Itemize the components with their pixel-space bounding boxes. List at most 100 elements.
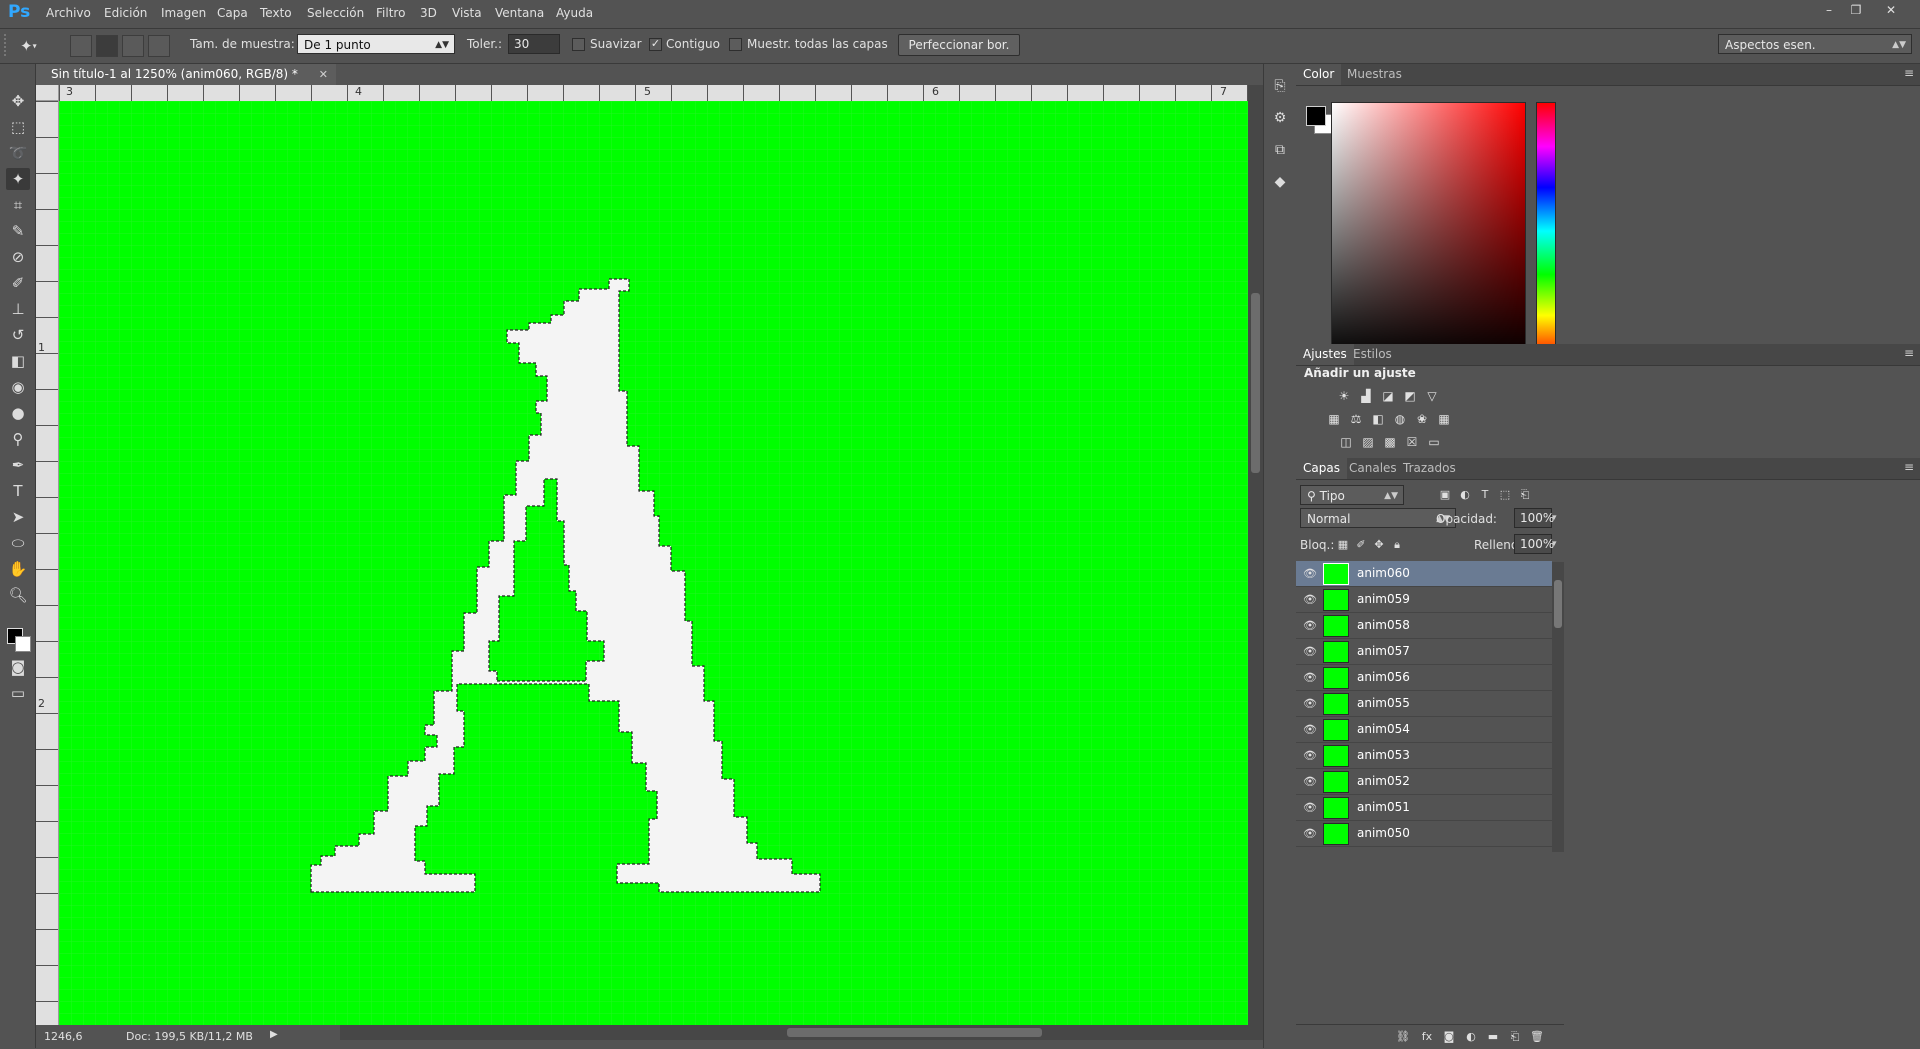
options-grip[interactable] (4, 34, 14, 56)
visibility-eye-icon[interactable]: 👁︎ (1303, 567, 1317, 581)
sample-all-layers-checkbox[interactable] (729, 38, 742, 51)
workspace-select[interactable]: Aspectos esen. ▲▼ (1718, 34, 1912, 54)
menu-vista[interactable]: Vista (452, 6, 482, 20)
layer-row[interactable]: 👁︎ anim054 (1296, 717, 1552, 743)
menu-ayuda[interactable]: Ayuda (556, 6, 593, 20)
layer-style-icon[interactable]: fx (1420, 1030, 1434, 1044)
antialias-checkbox[interactable] (572, 38, 585, 51)
history-panel-icon[interactable]: ⎘ (1270, 76, 1290, 96)
delete-layer-icon[interactable]: 🗑︎ (1530, 1030, 1544, 1044)
dodge-tool-icon[interactable]: ⚲ (6, 428, 30, 450)
filter-shape-icon[interactable]: ⬚ (1498, 488, 1512, 502)
brush-tool-icon[interactable]: ✐ (6, 272, 30, 294)
add-selection-icon[interactable] (96, 35, 118, 57)
new-layer-icon[interactable]: ⎗ (1508, 1030, 1522, 1044)
menu-ventana[interactable]: Ventana (495, 6, 544, 20)
history-brush-tool-icon[interactable]: ↺ (6, 324, 30, 346)
brightness-icon[interactable]: ☀ (1336, 388, 1352, 404)
layer-row[interactable]: 👁︎ anim057 (1296, 639, 1552, 665)
exposure-icon[interactable]: ◩ (1402, 388, 1418, 404)
color-picker-field[interactable] (1331, 102, 1526, 360)
vibrance-icon[interactable]: ▽ (1424, 388, 1440, 404)
minimize-button[interactable]: – (1818, 2, 1840, 18)
contiguous-checkbox[interactable]: ✓ (649, 38, 662, 51)
tab-styles[interactable]: Estilos (1346, 344, 1399, 365)
paint-bucket-tool-icon[interactable]: ◉ (6, 376, 30, 398)
tab-layers[interactable]: Capas (1296, 458, 1347, 479)
close-tab-icon[interactable]: ✕ (319, 64, 328, 85)
scroll-thumb[interactable] (1554, 580, 1562, 628)
levels-icon[interactable]: ▟ (1358, 388, 1374, 404)
lock-all-icon[interactable]: 🔒︎ (1390, 538, 1404, 552)
menu-imagen[interactable]: Imagen (161, 6, 206, 20)
screen-mode-icon[interactable]: ▭ (6, 682, 30, 704)
posterize-icon[interactable]: ▨ (1360, 434, 1376, 450)
menu-edicion[interactable]: Edición (104, 6, 147, 20)
filter-type-icon[interactable]: T (1478, 488, 1492, 502)
curves-icon[interactable]: ◪ (1380, 388, 1396, 404)
blend-mode-select[interactable]: Normal ▲▼ (1300, 508, 1456, 528)
color-balance-icon[interactable]: ⚖ (1348, 411, 1364, 427)
menu-filtro[interactable]: Filtro (376, 6, 405, 20)
panel-menu-icon[interactable]: ≡ (1904, 66, 1914, 80)
layer-row[interactable]: 👁︎ anim056 (1296, 665, 1552, 691)
menu-capa[interactable]: Capa (217, 6, 248, 20)
play-arrow-icon[interactable]: ▶ (270, 1029, 278, 1040)
clone-stamp-tool-icon[interactable]: ⊥ (6, 298, 30, 320)
visibility-eye-icon[interactable]: 👁︎ (1303, 749, 1317, 763)
lock-position-icon[interactable]: ✥ (1372, 538, 1386, 552)
menu-seleccion[interactable]: Selección (307, 6, 364, 20)
layer-row[interactable]: 👁︎ anim058 (1296, 613, 1552, 639)
menu-archivo[interactable]: Archivo (46, 6, 91, 20)
filter-smart-object-icon[interactable]: ⎗ (1518, 488, 1532, 502)
lock-transparency-icon[interactable]: ▦ (1336, 538, 1350, 552)
menu-3d[interactable]: 3D (420, 6, 437, 20)
scroll-thumb[interactable] (1251, 293, 1260, 473)
move-tool-icon[interactable]: ✥ (6, 90, 30, 112)
layer-filter-select[interactable]: ⚲ Tipo ▲▼ (1300, 485, 1404, 505)
canvas-horizontal-scrollbar[interactable] (340, 1025, 1263, 1040)
opacity-input[interactable]: 100% (1514, 508, 1554, 528)
canvas[interactable] (59, 101, 1248, 1025)
restore-button[interactable]: ❐ (1845, 2, 1867, 18)
fill-input[interactable]: 100% (1514, 534, 1554, 554)
3d-panel-icon[interactable]: ◆ (1270, 172, 1290, 192)
layer-row[interactable]: 👁︎ anim050 (1296, 821, 1552, 847)
lasso-tool-icon[interactable]: ➰ (6, 142, 30, 164)
pen-tool-icon[interactable]: ✒ (6, 454, 30, 476)
layer-row[interactable]: 👁︎ anim060 (1296, 561, 1552, 587)
visibility-eye-icon[interactable]: 👁︎ (1303, 775, 1317, 789)
filter-adjustment-icon[interactable]: ◐ (1458, 488, 1472, 502)
layer-row[interactable]: 👁︎ anim059 (1296, 587, 1552, 613)
add-mask-icon[interactable]: ◙ (1442, 1030, 1456, 1044)
layer-row[interactable]: 👁︎ anim052 (1296, 769, 1552, 795)
tab-channels[interactable]: Canales (1342, 458, 1404, 479)
opacity-dropdown-icon[interactable]: ▾ (1552, 508, 1564, 528)
zoom-tool-icon[interactable]: 🔍︎ (6, 584, 30, 606)
path-selection-tool-icon[interactable]: ➤ (6, 506, 30, 528)
color-lookup-icon[interactable]: ▦ (1436, 411, 1452, 427)
filter-pixel-icon[interactable]: ▣ (1438, 488, 1452, 502)
layers-scrollbar[interactable] (1552, 562, 1564, 852)
gradient-map-icon[interactable]: ▭ (1426, 434, 1442, 450)
new-selection-icon[interactable] (70, 35, 92, 57)
visibility-eye-icon[interactable]: 👁︎ (1303, 593, 1317, 607)
selective-color-icon[interactable]: ☒ (1404, 434, 1420, 450)
background-color-swatch[interactable] (15, 636, 31, 652)
hue-saturation-icon[interactable]: ▦ (1326, 411, 1342, 427)
layer-row[interactable]: 👁︎ anim051 (1296, 795, 1552, 821)
foreground-color-swatch[interactable] (1306, 106, 1326, 126)
new-adjustment-layer-icon[interactable]: ◐ (1464, 1030, 1478, 1044)
layer-row[interactable]: 👁︎ anim053 (1296, 743, 1552, 769)
tab-color[interactable]: Color (1296, 64, 1342, 85)
photo-filter-icon[interactable]: ◍ (1392, 411, 1408, 427)
hand-tool-icon[interactable]: ✋ (6, 558, 30, 580)
eyedropper-tool-icon[interactable]: ✎ (6, 220, 30, 242)
intersect-selection-icon[interactable] (148, 35, 170, 57)
magic-wand-preset-icon[interactable]: ✦▾ (20, 35, 54, 57)
refine-edge-button[interactable]: Perfeccionar bor. (898, 34, 1020, 56)
eraser-tool-icon[interactable]: ◧ (6, 350, 30, 372)
subtract-selection-icon[interactable] (122, 35, 144, 57)
quick-mask-icon[interactable]: ◙ (6, 656, 30, 678)
visibility-eye-icon[interactable]: 👁︎ (1303, 697, 1317, 711)
